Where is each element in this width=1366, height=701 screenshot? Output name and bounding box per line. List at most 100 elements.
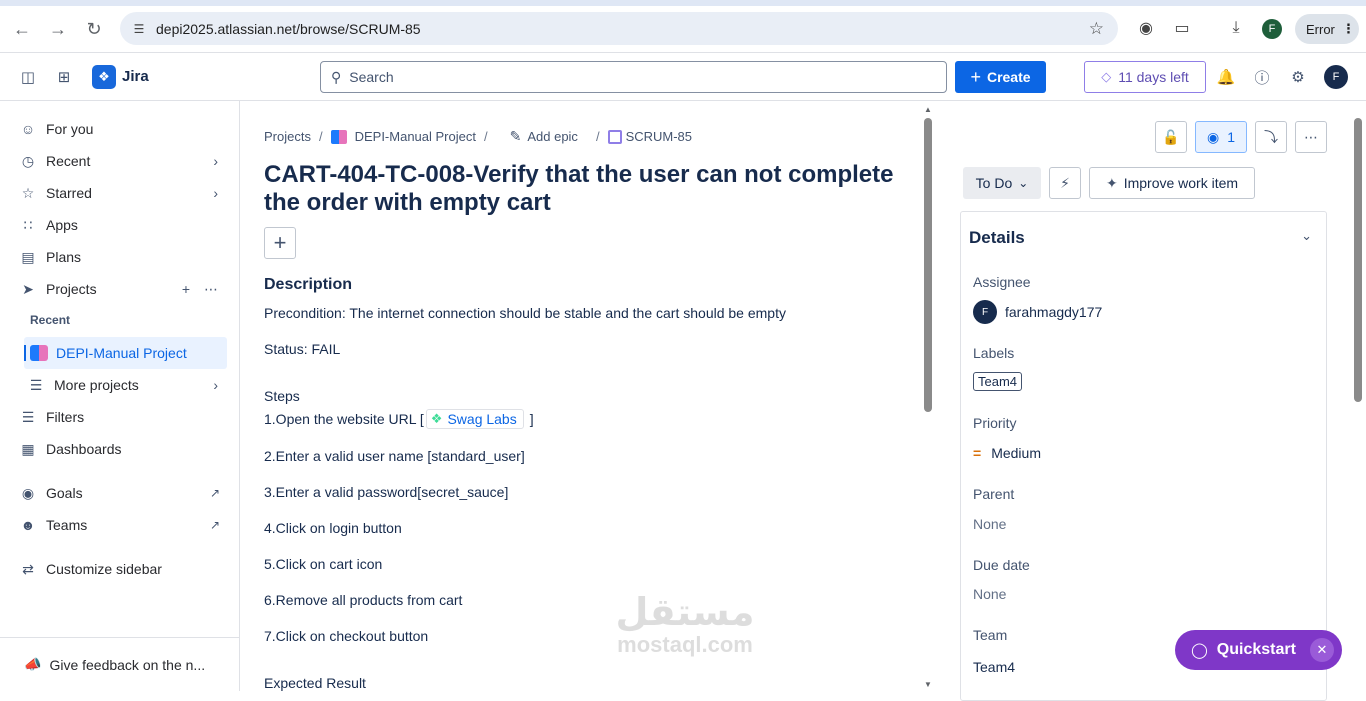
priority-value: Medium bbox=[991, 445, 1041, 461]
sidebar-item-label: Customize sidebar bbox=[46, 561, 162, 577]
step-1-suffix: ] bbox=[529, 411, 534, 427]
create-button[interactable]: + Create bbox=[955, 61, 1046, 93]
issue-title[interactable]: CART-404-TC-008-Verify that the user can… bbox=[264, 161, 904, 217]
project-avatar-icon bbox=[30, 345, 48, 361]
bookmark-star-icon[interactable]: ☆ bbox=[1089, 19, 1104, 39]
step-1-text: 1.Open the website URL [ bbox=[264, 411, 424, 427]
sidebar-item-depi-manual-project[interactable]: DEPI-Manual Project bbox=[24, 337, 227, 369]
external-link-icon: ↗ bbox=[209, 486, 220, 500]
sidebar-item-apps[interactable]: ∷ Apps bbox=[16, 209, 228, 241]
improve-label: Improve work item bbox=[1123, 175, 1239, 191]
error-label: Error bbox=[1306, 21, 1335, 37]
extensions-icon[interactable]: ▭ bbox=[1171, 17, 1193, 39]
due-date-label: Due date bbox=[973, 557, 1030, 573]
settings-gear-icon[interactable]: ⚙ bbox=[1288, 67, 1308, 87]
add-project-plus-icon[interactable]: + bbox=[182, 281, 190, 297]
assignee-label: Assignee bbox=[973, 274, 1031, 290]
search-input[interactable]: ⚲ Search bbox=[320, 61, 947, 93]
watch-button[interactable]: ◉ 1 bbox=[1195, 121, 1247, 153]
forward-icon[interactable]: → bbox=[46, 17, 70, 41]
sidebar-item-label: Apps bbox=[46, 217, 78, 233]
pencil-edit-icon: ✎ bbox=[509, 128, 522, 144]
breadcrumb-issue-key[interactable]: SCRUM-85 bbox=[626, 129, 692, 144]
sidebar-item-customize[interactable]: ⇄ Customize sidebar bbox=[16, 553, 228, 585]
eye-icon: ◉ bbox=[1206, 128, 1220, 145]
steps-heading: Steps bbox=[264, 388, 300, 404]
close-icon[interactable]: ✕ bbox=[1310, 638, 1334, 662]
trial-days-button[interactable]: ◇ 11 days left bbox=[1084, 61, 1206, 93]
app-switcher-icon[interactable]: ⊞ bbox=[54, 67, 74, 87]
sidebar-item-projects[interactable]: ➤ Projects + ⋯ bbox=[16, 273, 228, 305]
parent-field[interactable]: None bbox=[973, 516, 1006, 532]
sidebar-item-more-projects[interactable]: ☰ More projects › bbox=[24, 369, 228, 401]
sidebar-item-teams[interactable]: ☻ Teams ↗ bbox=[16, 509, 228, 541]
app-name[interactable]: Jira bbox=[122, 68, 149, 85]
assignee-field[interactable]: F farahmagdy177 bbox=[973, 300, 1102, 324]
main-scrollbar[interactable] bbox=[924, 118, 932, 412]
jira-logo-icon[interactable]: ❖ bbox=[92, 65, 116, 89]
sidebar-item-filters[interactable]: ☰ Filters bbox=[16, 401, 228, 433]
scroll-down-arrow-icon[interactable]: ▼ bbox=[924, 680, 932, 689]
breadcrumb-projects-link[interactable]: Projects bbox=[264, 129, 311, 144]
browser-profile-avatar[interactable]: F bbox=[1262, 19, 1282, 39]
sidebar-item-label: Goals bbox=[46, 485, 83, 501]
team-label: Team bbox=[973, 627, 1008, 643]
jira-topbar: ◫ ⊞ ❖ Jira ⚲ Search + Create ◇ 11 days l… bbox=[0, 53, 1366, 101]
breadcrumb-separator: / bbox=[483, 129, 488, 144]
swag-labs-smart-link[interactable]: ❖ Swag Labs bbox=[425, 409, 524, 429]
issue-main-content: Projects / DEPI-Manual Project / ✎ Add e… bbox=[240, 101, 934, 691]
quickstart-button[interactable]: ◯ Quickstart ✕ bbox=[1175, 630, 1342, 670]
sidebar-item-starred[interactable]: ☆ Starred › bbox=[16, 177, 228, 209]
chevron-down-icon[interactable]: ⌄ bbox=[1301, 228, 1312, 244]
download-icon[interactable]: ⤓ bbox=[1225, 17, 1247, 39]
improve-work-item-button[interactable]: ✦ Improve work item bbox=[1089, 167, 1255, 199]
more-options-icon[interactable]: ⋯ bbox=[204, 281, 218, 298]
automation-button[interactable]: ⚡ bbox=[1049, 167, 1081, 199]
sidebar-item-plans[interactable]: ▤ Plans bbox=[16, 241, 228, 273]
lock-icon: 🔓 bbox=[1162, 128, 1180, 145]
help-icon[interactable]: ⓘ bbox=[1252, 67, 1272, 87]
labels-field[interactable]: Team4 bbox=[973, 372, 1023, 391]
add-epic-button[interactable]: Add epic bbox=[527, 129, 578, 144]
back-icon[interactable]: ← bbox=[10, 17, 34, 41]
trial-label: 11 days left bbox=[1118, 69, 1189, 85]
scroll-up-arrow-icon[interactable]: ▲ bbox=[924, 105, 932, 114]
breadcrumb: Projects / DEPI-Manual Project / ✎ Add e… bbox=[264, 128, 692, 145]
due-date-field[interactable]: None bbox=[973, 586, 1006, 602]
lightbulb-icon: ◯ bbox=[1191, 642, 1208, 659]
give-feedback-button[interactable]: 📣 Give feedback on the n... bbox=[0, 637, 240, 691]
priority-field[interactable]: = Medium bbox=[973, 445, 1041, 461]
sidebar-item-recent[interactable]: ◷ Recent › bbox=[16, 145, 228, 177]
notifications-bell-icon[interactable]: 🔔 bbox=[1216, 67, 1236, 87]
sidebar-toggle-icon[interactable]: ◫ bbox=[18, 67, 38, 87]
add-content-button[interactable]: + bbox=[264, 227, 296, 259]
sidebar-item-label: DEPI-Manual Project bbox=[56, 345, 187, 361]
grammarly-extension-icon[interactable]: ◉ bbox=[1135, 17, 1157, 39]
clock-icon: ◷ bbox=[21, 152, 35, 169]
breadcrumb-separator: / bbox=[595, 129, 600, 144]
address-bar[interactable]: ☰ depi2025.atlassian.net/browse/SCRUM-85… bbox=[120, 12, 1118, 45]
right-panel-scrollbar[interactable] bbox=[1354, 118, 1362, 402]
browser-error-button[interactable]: Error ⋮ bbox=[1295, 14, 1359, 44]
sidebar-item-goals[interactable]: ◉ Goals ↗ bbox=[16, 477, 228, 509]
team-field[interactable]: Team4 bbox=[973, 659, 1015, 675]
sidebar-item-label: Starred bbox=[46, 185, 92, 201]
step-4: 4.Click on login button bbox=[264, 520, 402, 536]
restrictions-lock-button[interactable]: 🔓 bbox=[1155, 121, 1187, 153]
user-avatar[interactable]: F bbox=[1324, 65, 1348, 89]
quickstart-label: Quickstart bbox=[1216, 641, 1296, 658]
step-5: 5.Click on cart icon bbox=[264, 556, 383, 572]
sidebar: ☺ For you ◷ Recent › ☆ Starred › ∷ Apps … bbox=[0, 101, 240, 691]
breadcrumb-project-link[interactable]: DEPI-Manual Project bbox=[355, 129, 476, 144]
reload-icon[interactable]: ↻ bbox=[82, 17, 106, 41]
sidebar-item-dashboards[interactable]: ▦ Dashboards bbox=[16, 433, 228, 465]
label-chip[interactable]: Team4 bbox=[973, 372, 1023, 391]
share-button[interactable]: ⤵ bbox=[1255, 121, 1287, 153]
chevron-right-icon: › bbox=[213, 377, 218, 393]
sidebar-item-for-you[interactable]: ☺ For you bbox=[16, 113, 228, 145]
details-heading[interactable]: Details bbox=[969, 228, 1025, 248]
site-info-icon[interactable]: ☰ bbox=[130, 20, 148, 38]
expected-result-heading: Expected Result bbox=[264, 675, 366, 691]
status-dropdown[interactable]: To Do ⌄ bbox=[963, 167, 1041, 199]
more-actions-button[interactable]: ⋯ bbox=[1295, 121, 1327, 153]
